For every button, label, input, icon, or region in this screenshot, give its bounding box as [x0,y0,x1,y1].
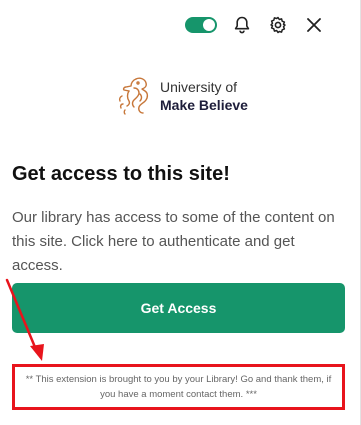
close-icon [307,18,321,32]
notifications-button[interactable] [231,14,253,36]
gear-icon [270,16,286,34]
library-notice: ** This extension is brought to you by y… [12,364,345,410]
toggle-knob [203,19,215,31]
library-notice-text: ** This extension is brought to you by y… [25,374,332,400]
logo-line-2: Make Believe [160,97,248,113]
bell-icon [234,16,250,34]
header-toolbar [185,14,325,36]
settings-button[interactable] [267,14,289,36]
university-logo: University of Make Believe [116,74,248,118]
enable-toggle[interactable] [185,17,217,33]
page-title: Get access to this site! [12,163,230,185]
logo-text: University of Make Believe [160,78,248,114]
get-access-button[interactable]: Get Access [12,283,345,333]
access-description[interactable]: Our library has access to some of the co… [12,206,337,278]
logo-line-1: University of [160,79,238,95]
seahorse-logo-icon [118,77,149,115]
close-button[interactable] [303,14,325,36]
